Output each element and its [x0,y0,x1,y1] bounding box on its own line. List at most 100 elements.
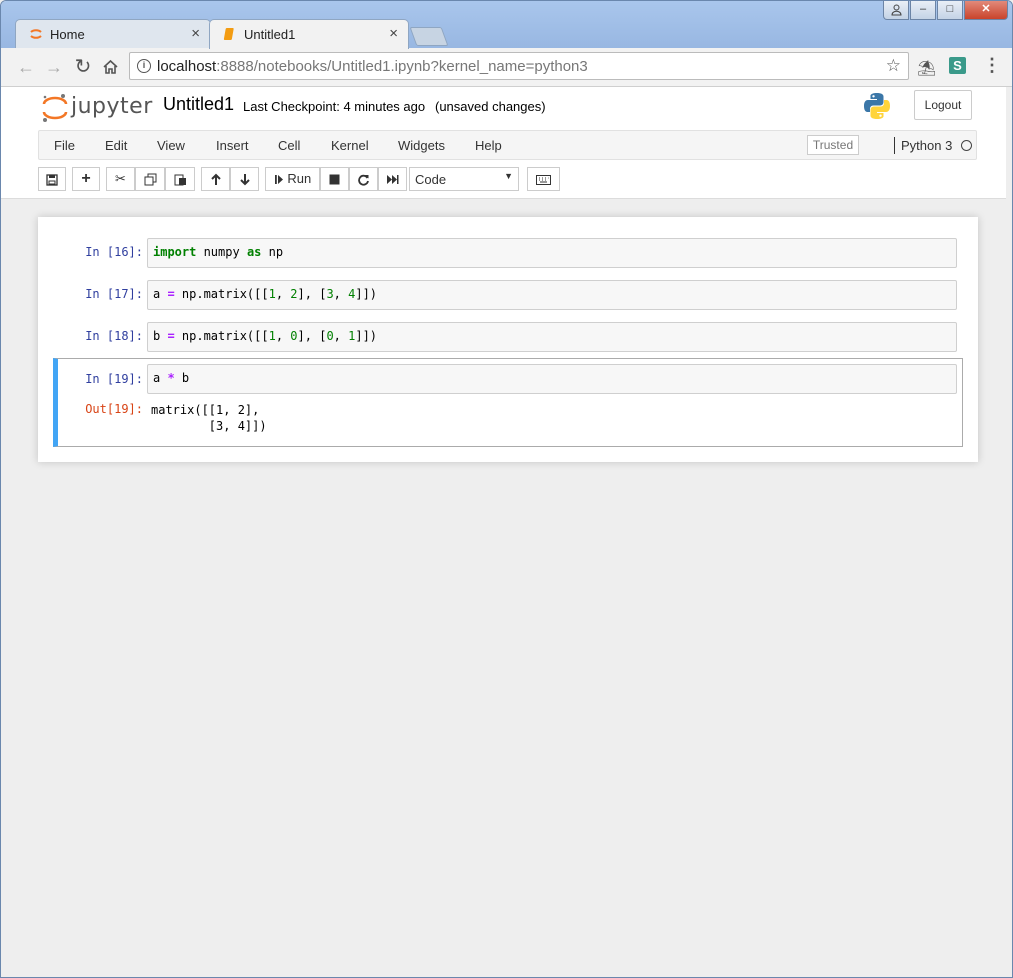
jupyter-header: jupyter Untitled1 Last Checkpoint: 4 min… [1,87,1006,199]
code-cell[interactable]: In [18]: b = np.matrix([[1, 0], [0, 1]]) [53,322,963,352]
extension-s-icon[interactable]: S [949,57,966,74]
bookmark-star-icon[interactable]: ☆ [886,56,901,76]
input-prompt: In [16]: [85,245,143,259]
code-token: b [174,371,190,385]
code-token: * [167,371,175,385]
new-tab-button[interactable] [409,27,449,46]
code-token: = [167,287,175,301]
address-bar[interactable]: i localhost:8888/notebooks/Untitled1.ipy… [129,52,909,80]
move-down-button[interactable] [230,167,259,191]
forward-arrow-icon[interactable]: → [43,57,65,78]
home-icon[interactable] [102,59,119,75]
code-token: 3 [326,287,334,301]
logout-button[interactable]: Logout [914,90,972,120]
code-token: numpy [196,245,247,259]
cell-output: matrix([[1, 2], [3, 4]]) [151,403,267,433]
extension-hat-icon[interactable]: ⛱ [917,59,936,77]
code-cell[interactable]: In [16]: import numpy as np [53,238,963,268]
cell-type-select[interactable]: Code ▼ [409,167,519,191]
code-token: 1 [268,287,276,301]
code-input[interactable]: b = np.matrix([[1, 0], [0, 1]]) [147,322,957,352]
notebook-favicon-icon [223,28,234,40]
menu-widgets[interactable]: Widgets [398,138,445,153]
paste-button[interactable] [165,167,195,191]
restart-run-all-button[interactable] [378,167,407,191]
code-input[interactable]: a = np.matrix([[1, 2], [3, 4]]) [147,280,957,310]
browser-window: Home × Untitled1 × – □ ✕ ← → ↻ i localho… [0,0,1013,978]
menu-file[interactable]: File [54,138,75,153]
code-token: = [167,329,175,343]
move-up-button[interactable] [201,167,230,191]
menu-kernel[interactable]: Kernel [331,138,369,153]
minimize-button[interactable]: – [910,1,936,20]
reload-icon[interactable]: ↻ [72,54,94,79]
code-token: 2 [290,287,298,301]
kernel-name[interactable]: Python 3 [901,138,952,153]
code-token: 0 [326,329,334,343]
kernel-idle-icon [961,140,972,151]
menu-dots-icon[interactable]: ⋮ [983,55,1001,76]
scissors-icon: ✂ [115,171,126,186]
insert-cell-button[interactable]: + [72,167,100,191]
jupyter-logo-icon[interactable] [41,93,69,123]
python-logo-icon [864,93,890,119]
tab-untitled1[interactable]: Untitled1 × [209,19,409,49]
code-token: np.matrix([[ [174,329,269,343]
save-icon [46,173,58,186]
code-token: a [153,371,168,385]
jupyter-favicon-icon [30,29,42,39]
keyboard-icon [536,174,551,185]
user-icon[interactable] [883,1,909,20]
plus-icon: + [81,170,91,187]
menu-help[interactable]: Help [475,138,502,153]
code-token: ]]) [355,287,378,301]
input-prompt: In [19]: [85,372,143,386]
close-window-button[interactable]: ✕ [964,1,1008,20]
code-cell-selected[interactable]: In [19]: a * b Out[19]: matrix([[1, 2], … [53,358,963,447]
command-palette-button[interactable] [527,167,560,191]
code-token: , [333,287,349,301]
menu-edit[interactable]: Edit [105,138,127,153]
copy-button[interactable] [135,167,165,191]
interrupt-button[interactable] [320,167,349,191]
copy-icon [144,173,156,186]
code-token: , [275,287,291,301]
input-prompt: In [17]: [85,287,143,301]
code-cell[interactable]: In [17]: a = np.matrix([[1, 2], [3, 4]]) [53,280,963,310]
tab-home[interactable]: Home × [15,19,211,49]
output-prompt: Out[19]: [85,402,143,416]
run-label: Run [287,171,312,186]
trusted-indicator[interactable]: Trusted [807,135,859,155]
close-icon[interactable]: × [389,25,398,42]
url-text[interactable]: localhost:8888/notebooks/Untitled1.ipynb… [157,58,588,75]
run-button[interactable]: Run [265,167,320,191]
stop-icon [329,174,340,185]
jupyter-logo-text[interactable]: jupyter [71,94,153,119]
save-button[interactable] [38,167,66,191]
maximize-button[interactable]: □ [937,1,963,20]
divider [894,137,895,154]
arrow-up-icon [210,173,221,186]
code-token: b [153,329,168,343]
restart-icon [358,174,369,186]
dropdown-arrow-icon: ▼ [504,171,513,181]
tab-strip: Home × Untitled1 × – □ ✕ [1,1,1012,49]
back-arrow-icon[interactable]: ← [15,57,37,78]
menu-view[interactable]: View [157,138,185,153]
close-icon[interactable]: × [191,25,200,42]
code-token: , [275,329,291,343]
code-token: as [246,245,262,259]
code-token: 0 [290,329,298,343]
restart-button[interactable] [349,167,378,191]
code-input[interactable]: import numpy as np [147,238,957,268]
code-token: ]]) [355,329,378,343]
code-token: ], [ [297,329,327,343]
checkpoint-status: Last Checkpoint: 4 minutes ago [243,99,426,114]
code-input[interactable]: a * b [147,364,957,394]
cut-button[interactable]: ✂ [106,167,135,191]
menu-cell[interactable]: Cell [278,138,300,153]
menu-insert[interactable]: Insert [216,138,249,153]
paste-icon [174,174,186,186]
info-icon[interactable]: i [137,59,151,73]
notebook-name[interactable]: Untitled1 [163,94,234,115]
